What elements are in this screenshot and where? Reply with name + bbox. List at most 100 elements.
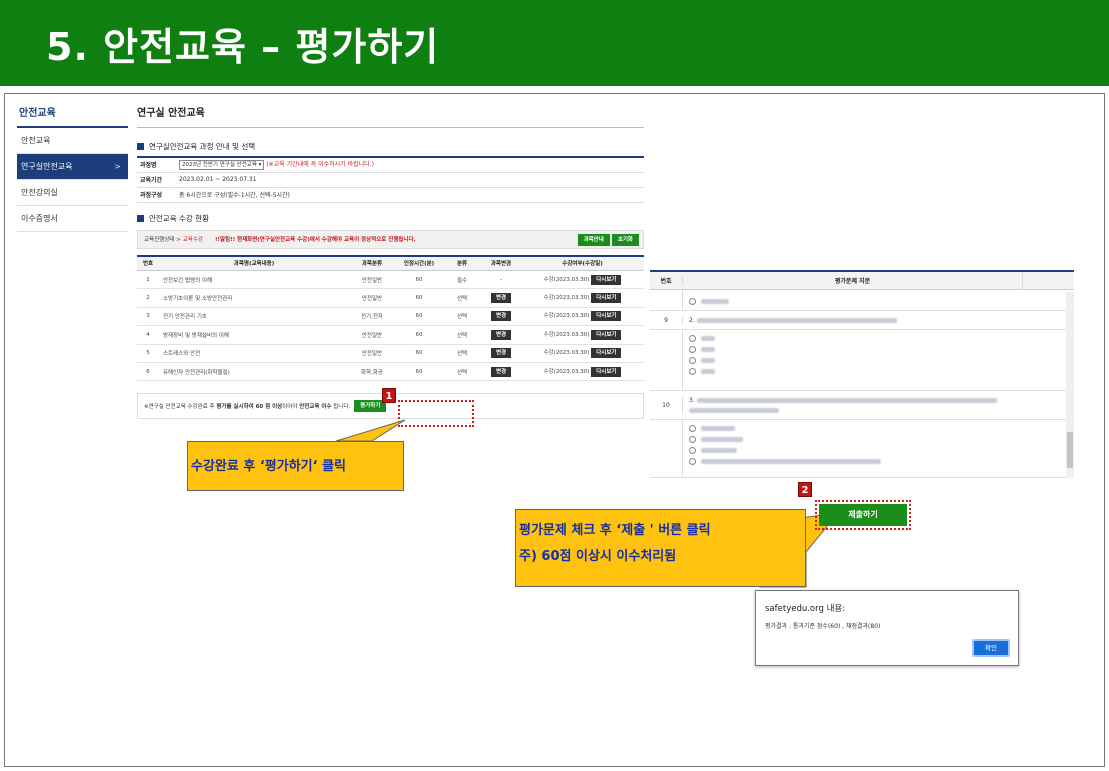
change-button[interactable]: 변경 [490, 329, 512, 340]
info-value: 2023.02.01 ~ 2023.07.31 [176, 172, 644, 188]
row-number: 3 [137, 307, 159, 327]
row-number: 1 [137, 270, 159, 290]
course-minutes: 60 [395, 288, 443, 308]
radio-option[interactable] [689, 458, 696, 465]
side-item-lab-safety-edu[interactable]: 연구실안전교육 > [17, 154, 128, 180]
radio-option[interactable] [689, 447, 696, 454]
section-title-status: 안전교육 수강 현황 [137, 213, 644, 225]
blurred-text [701, 459, 881, 464]
callout-submit-line1: 평가문제 체크 후 ‘제출 ' 버른 클릭 [519, 523, 711, 538]
side-item-safety-edu[interactable]: 안전교육 [17, 128, 128, 154]
change-button[interactable]: 변경 [490, 293, 512, 304]
row-number: 2 [137, 288, 159, 308]
course-minutes: 60 [395, 362, 443, 382]
course-info-button[interactable]: 과목안내 [577, 233, 610, 246]
course-category: 안전일반 [349, 325, 395, 345]
course-status: 수강(2023.03.30) [543, 331, 590, 338]
column-header: 번호 [660, 278, 672, 285]
question-number: 10 [662, 401, 670, 409]
info-key: 과정명 [137, 157, 176, 173]
table-row: 1 안전보건 법령의 이해 안전일반 60 필수 - 수강(2023.03.30) 다시보기 [137, 270, 644, 290]
course-info-table: 과정명 2023년 전반기 연구실 안전교육 ▾ (※교육 기간내에 꼭 이수하… [137, 156, 644, 203]
course-select[interactable]: 2023년 전반기 연구실 안전교육 ▾ [179, 160, 265, 171]
course-category: 안전일반 [349, 270, 395, 290]
review-button[interactable]: 다시보기 [591, 329, 622, 340]
course-minutes: 60 [395, 270, 443, 290]
course-type: 선택 [443, 288, 481, 308]
table-row: 2 소방기초이론 및 소방안전관리 안전일반 60 선택 변경 수강(2023.03.30)… [137, 288, 644, 308]
scrollbar-thumb[interactable] [1067, 432, 1073, 468]
radio-option[interactable] [689, 436, 696, 443]
table-row: 5 스트레스와 안전 안전일반 60 선택 변경 수강(2023.03.30) 다시보기 [137, 344, 644, 363]
course-change: - [481, 270, 521, 290]
course-category: 전기,전자 [349, 307, 395, 327]
dialog-message: 평가결과 : 통과기준 점수(60) , 채점결과(80) [765, 623, 881, 630]
change-button[interactable]: 변경 [490, 311, 512, 322]
radio-option[interactable] [689, 346, 696, 353]
chevron-down-icon: ▾ [258, 162, 262, 169]
callout-evaluate: 수강완료 후 ‘평가하기‘ 클릭 [187, 441, 404, 491]
course-minutes: 60 [395, 325, 443, 345]
review-button[interactable]: 다시보기 [591, 366, 622, 377]
column-header: 인정시간(분) [395, 255, 443, 271]
question-header: 번호 평가문제 지문 [650, 272, 1074, 290]
course-status: 수강(2023.03.30) [543, 295, 590, 302]
review-button[interactable]: 다시보기 [591, 274, 622, 285]
section-label: 연구실안전교육 과정 안내 및 선택 [149, 141, 256, 151]
blurred-text [696, 317, 897, 323]
callout-submit: 평가문제 체크 후 ‘제출 ' 버른 클릭 주) 60점 이상시 이수처리됨 [515, 509, 806, 587]
info-key: 교육기간 [137, 172, 176, 188]
question-row: 9 2. [650, 311, 1074, 330]
side-menu-title: 안전교육 [17, 104, 128, 128]
course-name: 방재장비 및 방재설비의 이해 [159, 325, 349, 345]
column-header: 과목명(교육내용) [159, 255, 349, 271]
course-note: (※교육 기간내에 꼭 이수하시기 바랍니다.) [266, 161, 374, 169]
change-button[interactable]: 변경 [490, 348, 512, 359]
question-panel: 번호 평가문제 지문 9 2. 10 3. [650, 270, 1074, 478]
course-category: 화학,화공 [349, 362, 395, 382]
review-button[interactable]: 다시보기 [591, 293, 622, 304]
section-label: 안전교육 수강 현황 [149, 214, 209, 223]
side-item-lecture-room[interactable]: 안전강의실 [17, 180, 128, 206]
question-prefix: 3. [689, 396, 695, 404]
course-type: 선택 [443, 344, 481, 363]
square-bullet-icon [137, 142, 144, 150]
course-status: 수강(2023.03.30) [543, 276, 590, 283]
step-badge-2: 2 [798, 482, 812, 497]
course-name: 소방기초이론 및 소방안전관리 [159, 288, 349, 308]
review-button[interactable]: 다시보기 [591, 311, 622, 322]
footnote-pre: ※연구실 안전교육 수강완료 후 [144, 404, 215, 411]
course-status: 수강(2023.03.30) [543, 350, 590, 357]
side-item-certificate[interactable]: 이수증명서 [17, 206, 128, 232]
change-button[interactable]: 변경 [490, 366, 512, 377]
column-header: 수강여부(수강일) [521, 255, 644, 271]
footnote-bold-complete: 안전교육 이수 [299, 404, 332, 411]
course-name: 안전보건 법령의 이해 [159, 270, 349, 290]
blurred-text [701, 347, 715, 352]
blurred-text [701, 426, 735, 431]
radio-option[interactable] [689, 368, 696, 375]
question-scrollbar[interactable] [1066, 292, 1074, 478]
radio-option[interactable] [689, 425, 696, 432]
question-prefix: 2. [689, 316, 695, 324]
course-table: 번호 과목명(교육내용) 과목분류 인정시간(분) 분류 과목변경 수강여부(수… [137, 254, 644, 382]
review-button[interactable]: 다시보기 [591, 348, 622, 359]
slide-title: 5. 안전교육 – 평가하기 [46, 25, 440, 69]
radio-option[interactable] [689, 335, 696, 342]
radio-option[interactable] [689, 298, 696, 305]
reset-button[interactable]: 초기화 [611, 233, 639, 246]
blurred-text [701, 336, 715, 341]
submit-button[interactable]: 제출하기 [819, 504, 907, 526]
row-number: 5 [137, 344, 159, 363]
row-number: 4 [137, 325, 159, 345]
side-item-label: 연구실안전교육 [21, 162, 73, 171]
status-box: 교육진행상태 > 교육수강 !!알림!! 현재화면(연구실안전교육 수강)에서 … [137, 229, 644, 249]
radio-option[interactable] [689, 357, 696, 364]
dialog-ok-button[interactable]: 확인 [972, 639, 1010, 657]
question-number: 9 [664, 316, 668, 324]
main-content: 연구실 안전교육 연구실안전교육 과정 안내 및 선택 과정명 2023년 전반… [137, 104, 644, 420]
course-minutes: 60 [395, 307, 443, 327]
highlight-evaluate [398, 400, 474, 427]
square-bullet-icon [137, 215, 144, 222]
course-type: 선택 [443, 307, 481, 327]
